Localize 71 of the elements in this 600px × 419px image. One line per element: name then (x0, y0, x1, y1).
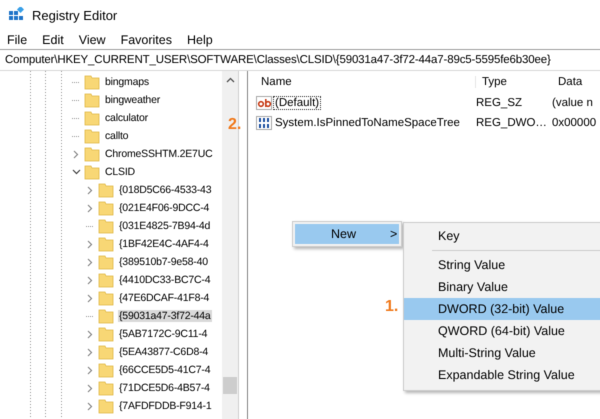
folder-icon (98, 236, 114, 252)
value-type: REG_DWO… (475, 117, 548, 129)
menu-item[interactable]: Multi-String Value (404, 342, 600, 364)
tree-item[interactable]: {5AB7172C-9C11-4 (118, 328, 208, 340)
tree-item[interactable]: calculator (104, 112, 149, 124)
tree-item[interactable]: bingweather (104, 94, 162, 106)
tree-item[interactable]: {021E4F06-9DCC-4 (118, 202, 210, 214)
registry-icon (8, 7, 24, 23)
tree-item[interactable]: bingmaps (104, 76, 150, 88)
collapse-chevron-icon[interactable] (72, 169, 80, 175)
step-number: 1. (385, 298, 398, 316)
tree-item[interactable]: {66CCE5D5-41C7-4 (118, 364, 212, 376)
folder-icon (84, 146, 100, 162)
submenu-arrow: > (390, 226, 398, 243)
menu-item[interactable]: Help (186, 32, 213, 46)
column-header[interactable]: Data (554, 76, 600, 88)
tree-item[interactable]: {031E4825-7B94-4d (118, 220, 212, 232)
tree-item[interactable]: {1BF42E4C-4AF4-4 (118, 238, 210, 250)
address-field[interactable]: Computer\HKEY_CURRENT_USER\SOFTWARE\Classes\CLSID\{59031a47-3f72-44a7-89c5-5595fe6b30ee} (0, 49, 600, 71)
menu-item[interactable]: Key (404, 225, 600, 247)
scroll-up-icon[interactable] (226, 77, 235, 83)
folder-icon (98, 326, 114, 342)
scrollbar-thumb[interactable] (223, 377, 237, 394)
folder-icon (98, 218, 114, 234)
folder-icon (98, 398, 114, 414)
folder-icon (98, 200, 114, 216)
column-header[interactable]: Type (476, 76, 554, 88)
value-data: (value n (551, 97, 594, 109)
menu-item[interactable]: String Value (404, 254, 600, 276)
expand-chevron-icon[interactable] (73, 150, 79, 158)
tree-item[interactable]: CLSID (104, 166, 136, 178)
value-data: 0x00000 (551, 117, 598, 129)
folder-icon (84, 74, 100, 90)
tree-item[interactable]: {4410DC33-BC7C-4 (118, 274, 212, 286)
menu-item[interactable]: Favorites (120, 32, 172, 46)
menu-item[interactable]: Binary Value (404, 276, 600, 298)
menu-item[interactable]: File (7, 32, 28, 46)
folder-icon (98, 362, 114, 378)
menu-item[interactable]: Edit (42, 32, 64, 46)
tree-item[interactable]: {389510b7-9e58-40 (118, 256, 209, 268)
folder-icon (84, 92, 100, 108)
folder-icon (98, 380, 114, 396)
folder-icon (98, 272, 114, 288)
tree-item[interactable]: {59031a47-3f72-44a (118, 310, 212, 322)
tree-item[interactable]: {71DCE5D6-4B57-4 (118, 382, 211, 394)
value-type: REG_SZ (475, 97, 524, 109)
string-value-icon (256, 96, 272, 110)
value-name[interactable]: (Default) (273, 96, 322, 110)
folder-icon (98, 344, 114, 360)
binary-value-icon (256, 116, 272, 130)
column-header[interactable]: Name (256, 76, 476, 88)
window-title: Registry Editor (32, 8, 118, 22)
folder-icon (98, 182, 114, 198)
menu-item[interactable]: QWORD (64-bit) Value (404, 320, 600, 342)
folder-icon (84, 110, 100, 126)
folder-icon (98, 290, 114, 306)
tree-item[interactable]: ChromeSSHTM.2E7UC (104, 148, 214, 160)
menu-item[interactable]: DWORD (32-bit) Value (404, 298, 600, 320)
step-number: 2. (228, 116, 242, 134)
folder-icon (98, 308, 114, 324)
value-name[interactable]: System.IsPinnedToNameSpaceTree (273, 116, 462, 130)
tree-item[interactable]: {018D5C66-4533-43 (118, 184, 212, 196)
tree-item[interactable]: {5EA43877-C6D8-4 (118, 346, 210, 358)
tree-item[interactable]: {7AFDFDDB-F914-1 (118, 400, 212, 412)
menu-item[interactable]: Expandable String Value (404, 364, 600, 386)
tree-item[interactable]: {47E6DCAF-41F8-4 (118, 292, 210, 304)
menu-item[interactable]: View (78, 32, 106, 46)
tree-item[interactable]: callto (104, 130, 130, 142)
folder-icon (98, 254, 114, 270)
folder-icon (84, 128, 100, 144)
folder-icon (84, 164, 100, 180)
